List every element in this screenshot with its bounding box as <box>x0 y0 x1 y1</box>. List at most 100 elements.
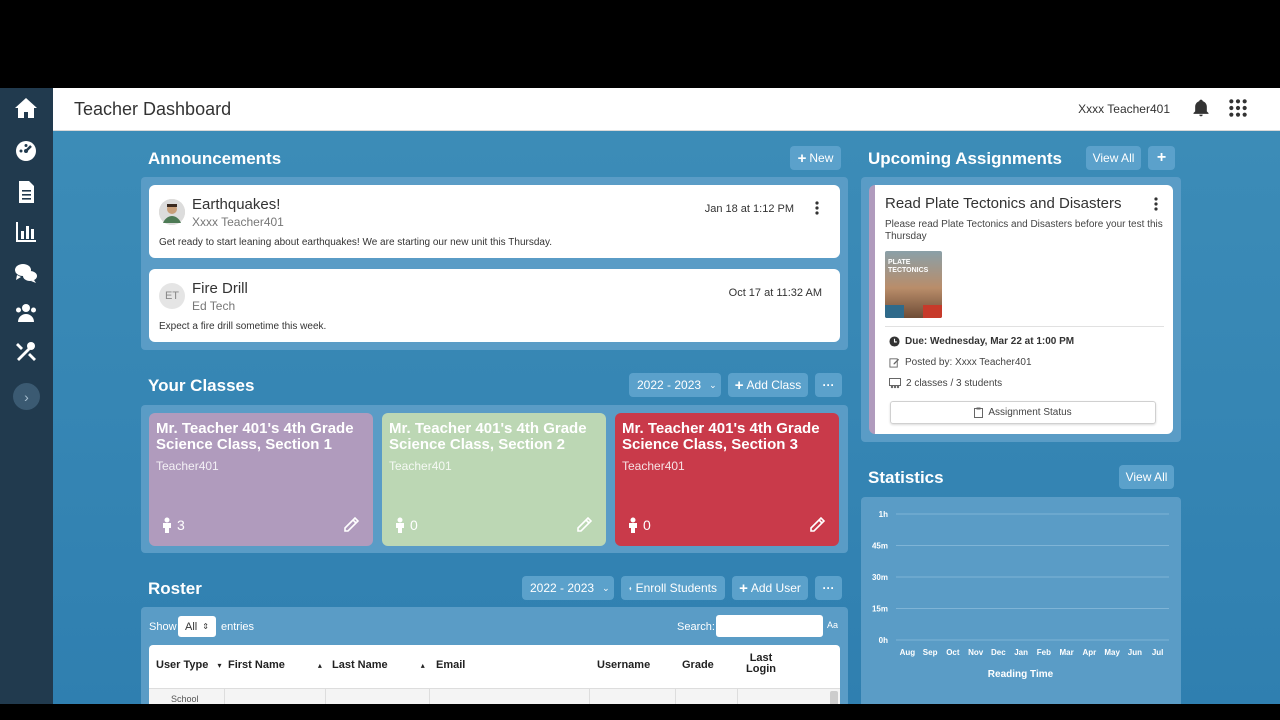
enroll-students-button[interactable]: Enroll Students <box>621 576 725 600</box>
roster-panel: Show All ⇕ entries Search: Aa User Type … <box>141 607 848 704</box>
pencil-icon[interactable] <box>809 515 827 533</box>
roster-year-select[interactable]: 2022 - 2023 ⌄ <box>522 576 614 600</box>
y-tick-label: 0h <box>879 636 888 645</box>
entries-select[interactable]: All ⇕ <box>178 616 216 637</box>
class-card[interactable]: Mr. Teacher 401's 4th Grade Science Clas… <box>615 413 839 546</box>
assignments-view-all-button[interactable]: View All <box>1086 146 1141 170</box>
statistics-view-all-button[interactable]: View All <box>1119 465 1174 489</box>
book-cover-title: PLATE TECTONICS <box>888 259 929 274</box>
x-tick-label: Nov <box>968 648 984 657</box>
match-case-toggle[interactable]: Aa <box>827 620 838 630</box>
tools-icon[interactable] <box>10 336 42 368</box>
due-date: Due: Wednesday, Mar 22 at 1:00 PM <box>889 336 1074 347</box>
assignment-description: Please read Plate Tectonics and Disaster… <box>885 219 1163 242</box>
announcement-body: Get ready to start leaning about earthqu… <box>159 237 552 248</box>
announcement-title: Fire Drill <box>192 280 248 297</box>
chevron-down-icon: ⌄ <box>709 379 717 390</box>
column-divider <box>675 689 676 704</box>
class-student-count: 2 classes / 3 students <box>889 378 1002 389</box>
class-teacher: Teacher401 <box>622 459 685 473</box>
assignments-title: Upcoming Assignments <box>868 149 1062 168</box>
col-last-login[interactable]: Last Login <box>746 653 776 675</box>
x-tick-label: Sep <box>923 648 938 657</box>
plus-icon: + <box>1156 149 1167 166</box>
home-icon[interactable] <box>10 92 42 124</box>
app-frame: › Teacher Dashboard Xxxx Teacher401 Anno… <box>0 88 1280 704</box>
y-tick-label: 1h <box>879 510 888 519</box>
col-user-type[interactable]: User Type ▾ <box>156 659 221 671</box>
class-card[interactable]: Mr. Teacher 401's 4th Grade Science Clas… <box>382 413 606 546</box>
kebab-menu-icon[interactable] <box>1154 197 1158 211</box>
add-user-button[interactable]: + Add User <box>732 576 808 600</box>
scrollbar[interactable] <box>830 691 838 704</box>
col-email[interactable]: Email <box>436 659 465 671</box>
class-name: Mr. Teacher 401's 4th Grade Science Clas… <box>156 420 354 453</box>
x-tick-label: May <box>1104 648 1120 657</box>
announcement-card[interactable]: Earthquakes! Xxxx Teacher401 Jan 18 at 1… <box>149 185 840 258</box>
bell-icon[interactable] <box>1191 98 1211 118</box>
book-cover-image[interactable]: PLATE TECTONICS <box>885 251 942 318</box>
divider <box>885 326 1164 327</box>
roster-search-input[interactable] <box>716 615 823 637</box>
sort-up-icon: ▴ <box>420 661 425 670</box>
class-teacher: Teacher401 <box>156 459 219 473</box>
announcement-card[interactable]: ET Fire Drill Ed Tech Oct 17 at 11:32 AM… <box>149 269 840 342</box>
x-tick-label: Mar <box>1060 648 1074 657</box>
sort-up-icon: ▴ <box>317 661 322 670</box>
document-icon[interactable] <box>10 176 42 208</box>
new-announcement-button[interactable]: + New <box>790 146 841 170</box>
x-tick-label: Apr <box>1082 648 1096 657</box>
kebab-menu-icon[interactable] <box>815 201 819 215</box>
announcement-date: Oct 17 at 11:32 AM <box>728 287 822 299</box>
student-icon <box>163 517 171 533</box>
class-name: Mr. Teacher 401's 4th Grade Science Clas… <box>389 420 587 453</box>
assignment-status-button[interactable]: Assignment Status <box>890 401 1156 424</box>
chart-icon[interactable] <box>10 216 42 248</box>
table-row[interactable]: School <box>149 688 840 704</box>
class-card[interactable]: Mr. Teacher 401's 4th Grade Science Clas… <box>149 413 373 546</box>
pencil-icon[interactable] <box>343 515 361 533</box>
column-divider <box>589 689 590 704</box>
dashboard-gauge-icon[interactable] <box>10 135 42 167</box>
column-divider <box>325 689 326 704</box>
edit-icon <box>889 358 900 368</box>
student-icon <box>629 517 637 533</box>
classes-more-button[interactable]: ··· <box>815 373 842 397</box>
col-last-name[interactable]: Last Name ▴ <box>332 659 425 671</box>
assignments-panel: Read Plate Tectonics and Disasters Pleas… <box>861 177 1181 442</box>
pencil-icon[interactable] <box>576 515 594 533</box>
apps-grid-icon[interactable] <box>1228 98 1248 118</box>
col-first-name[interactable]: First Name ▴ <box>228 659 322 671</box>
x-tick-label: Jul <box>1152 648 1164 657</box>
assignment-title: Read Plate Tectonics and Disasters <box>885 195 1122 212</box>
ellipsis-icon: ··· <box>822 378 835 392</box>
add-assignment-button[interactable]: + <box>1148 146 1175 170</box>
classes-year-select[interactable]: 2022 - 2023 ⌄ <box>629 373 721 397</box>
assignment-card[interactable]: Read Plate Tectonics and Disasters Pleas… <box>869 185 1173 434</box>
add-class-button[interactable]: + Add Class <box>728 373 808 397</box>
col-username[interactable]: Username <box>597 659 650 671</box>
users-icon[interactable] <box>10 297 42 329</box>
sort-icon: ⇕ <box>202 622 209 631</box>
statistics-title: Statistics <box>868 468 944 487</box>
announcement-author: Xxxx Teacher401 <box>192 215 284 229</box>
classes-panel: Mr. Teacher 401's 4th Grade Science Clas… <box>141 405 848 553</box>
search-label: Search: <box>677 621 715 633</box>
col-grade[interactable]: Grade <box>682 659 714 671</box>
cover-volcano <box>923 305 942 318</box>
roster-more-button[interactable]: ··· <box>815 576 842 600</box>
x-axis-label: Reading Time <box>988 669 1054 680</box>
statistics-panel: 0h 15m 30m 45m 1h Aug Sep Oct Nov Dec Jan Feb Mar Apr… <box>861 497 1181 704</box>
top-bar: Teacher Dashboard Xxxx Teacher401 <box>53 88 1280 131</box>
announcement-author: Ed Tech <box>192 299 236 313</box>
chat-icon[interactable] <box>10 257 42 289</box>
clipboard-icon <box>974 407 984 418</box>
announcements-panel: Earthquakes! Xxxx Teacher401 Jan 18 at 1… <box>141 177 848 350</box>
y-tick-label: 45m <box>872 542 888 551</box>
x-tick-label: Oct <box>946 648 960 657</box>
expand-sidebar-button[interactable]: › <box>13 383 40 410</box>
plus-icon: + <box>797 149 807 167</box>
user-menu[interactable]: Xxxx Teacher401 <box>1078 102 1170 116</box>
x-tick-label: Aug <box>900 648 916 657</box>
plus-icon: + <box>734 376 744 394</box>
